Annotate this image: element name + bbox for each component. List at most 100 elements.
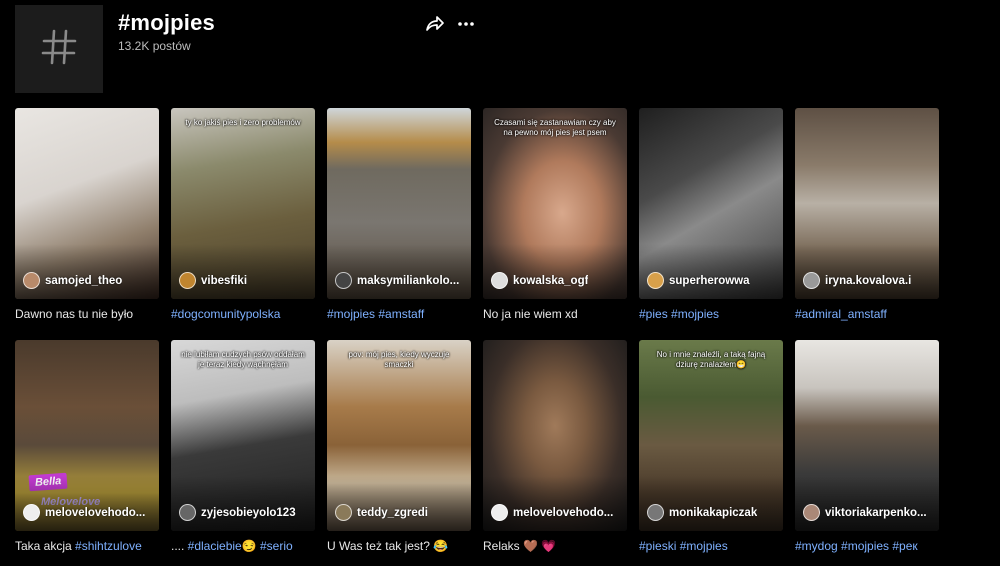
caption-hashtags[interactable]: #shihtzulove [75,539,142,553]
video-card[interactable]: superherowwa #pies #mojpies [639,108,783,325]
caption-text: .... [171,539,188,553]
post-count: 13.2K postów [118,39,191,53]
video-overlay-text: No i mnie znaleźli, a taką fajną dziurę … [656,350,766,369]
caption-hashtags[interactable]: #pieski #mojpies [639,539,728,553]
author-avatar[interactable] [23,272,40,289]
caption-text: U Was też tak jest? 😂 [327,539,449,553]
video-overlay-text: nie lubiłam cudzych psów oddałam je tera… [181,350,305,369]
author-username[interactable]: teddy_zgredi [357,507,428,519]
hashtag-avatar [15,5,103,93]
video-thumbnail[interactable]: iryna.kovalova.i [795,108,939,299]
more-icon [455,22,477,39]
video-author[interactable]: zyjesobieyolo123 [179,504,311,521]
video-thumbnail[interactable]: BellaMelovelovemelovelovehodo... [15,340,159,531]
author-avatar[interactable] [491,504,508,521]
author-avatar[interactable] [335,504,352,521]
video-thumbnail[interactable]: Czasami się zastanawiam czy aby na pewno… [483,108,627,299]
author-avatar[interactable] [803,272,820,289]
video-thumbnail[interactable]: pov: mój pies, kiedy wyczuje smaczki tedd… [327,340,471,531]
video-card[interactable]: No i mnie znaleźli, a taką fajną dziurę … [639,340,783,557]
author-username[interactable]: melovelovehodo... [513,507,613,519]
video-thumbnail[interactable]: No i mnie znaleźli, a taką fajną dziurę … [639,340,783,531]
author-avatar[interactable] [647,272,664,289]
video-card[interactable]: samojed_theo Dawno nas tu nie było [15,108,159,325]
share-button[interactable] [424,13,446,35]
caption-text: Dawno nas tu nie było [15,307,134,321]
video-author[interactable]: iryna.kovalova.i [803,272,935,289]
author-username[interactable]: superherowwa [669,275,750,287]
video-author[interactable]: superherowwa [647,272,779,289]
video-caption[interactable]: Taka akcja #shihtzulove [15,538,159,554]
more-options-button[interactable] [455,13,477,35]
author-username[interactable]: kowalska_ogf [513,275,588,287]
video-caption[interactable]: No ja nie wiem xd [483,306,627,322]
video-thumbnail[interactable]: melovelovehodo... [483,340,627,531]
video-card[interactable]: iryna.kovalova.i #admiral_amstaff [795,108,939,325]
caption-hashtags[interactable]: #pies #mojpies [639,307,719,321]
author-username[interactable]: viktoriakarpenko... [825,507,927,519]
share-icon [424,16,446,39]
author-username[interactable]: iryna.kovalova.i [825,275,911,287]
video-author[interactable]: teddy_zgredi [335,504,467,521]
video-author[interactable]: melovelovehodo... [23,504,155,521]
video-thumbnail[interactable]: viktoriakarpenko... [795,340,939,531]
video-overlay-text: ty ko jakiś pies i zero problemów [185,118,301,127]
video-caption[interactable]: #dogcomunitypolska [171,306,315,322]
hashtag-icon [39,27,79,72]
video-caption[interactable]: Dawno nas tu nie było [15,306,159,322]
video-card[interactable]: viktoriakarpenko... #mydog #mojpies #рек [795,340,939,557]
author-avatar[interactable] [23,504,40,521]
video-caption[interactable]: #pieski #mojpies [639,538,783,554]
video-caption[interactable]: Relaks 🤎 💗 [483,538,627,554]
author-username[interactable]: melovelovehodo... [45,507,145,519]
video-thumbnail[interactable]: nie lubiłam cudzych psów oddałam je tera… [171,340,315,531]
author-avatar[interactable] [491,272,508,289]
video-card[interactable]: maksymiliankolo... #mojpies #amstaff [327,108,471,325]
caption-hashtags[interactable]: #admiral_amstaff [795,307,887,321]
video-card[interactable]: nie lubiłam cudzych psów oddałam je tera… [171,340,315,557]
author-username[interactable]: zyjesobieyolo123 [201,507,296,519]
author-username[interactable]: samojed_theo [45,275,122,287]
video-author[interactable]: viktoriakarpenko... [803,504,935,521]
video-card[interactable]: ty ko jakiś pies i zero problemów vibesfi… [171,108,315,325]
video-author[interactable]: vibesfiki [179,272,311,289]
video-caption[interactable]: #mydog #mojpies #рек [795,538,939,554]
author-avatar[interactable] [335,272,352,289]
video-author[interactable]: maksymiliankolo... [335,272,467,289]
video-caption[interactable]: #pies #mojpies [639,306,783,322]
caption-text: Taka akcja [15,539,76,553]
author-avatar[interactable] [647,504,664,521]
video-grid: samojed_theo Dawno nas tu nie było ty ko j… [15,108,995,557]
video-thumbnail[interactable]: ty ko jakiś pies i zero problemów vibesfi… [171,108,315,299]
author-username[interactable]: maksymiliankolo... [357,275,459,287]
video-overlay-text: Czasami się zastanawiam czy aby na pewno… [494,118,616,137]
hashtag-header: #mojpies 13.2K postów [15,5,995,95]
author-username[interactable]: monikakapiczak [669,507,757,519]
author-avatar[interactable] [803,504,820,521]
video-author[interactable]: kowalska_ogf [491,272,623,289]
video-author[interactable]: samojed_theo [23,272,155,289]
video-card[interactable]: pov: mój pies, kiedy wyczuje smaczki tedd… [327,340,471,557]
author-username[interactable]: vibesfiki [201,275,247,287]
video-caption[interactable]: U Was też tak jest? 😂 [327,538,471,554]
video-card[interactable]: BellaMelovelovemelovelovehodo... Taka akc… [15,340,159,557]
video-caption[interactable]: .... #dlaciebie😏 #serio [171,538,315,554]
caption-hashtags[interactable]: #mydog #mojpies #рек [795,539,918,553]
caption-hashtags[interactable]: #dogcomunitypolska [171,307,280,321]
caption-hashtags[interactable]: #mojpies #amstaff [327,307,424,321]
video-overlay-text: pov: mój pies, kiedy wyczuje smaczki [348,350,450,369]
caption-hashtags[interactable]: #dlaciebie😏 #serio [188,539,293,553]
author-avatar[interactable] [179,504,196,521]
video-thumbnail[interactable]: samojed_theo [15,108,159,299]
caption-text: Relaks 🤎 💗 [483,539,557,553]
author-avatar[interactable] [179,272,196,289]
video-caption[interactable]: #mojpies #amstaff [327,306,471,322]
video-card[interactable]: Czasami się zastanawiam czy aby na pewno… [483,108,627,325]
video-caption[interactable]: #admiral_amstaff [795,306,939,322]
video-author[interactable]: melovelovehodo... [491,504,623,521]
video-thumbnail[interactable]: superherowwa [639,108,783,299]
video-card[interactable]: melovelovehodo... Relaks 🤎 💗 [483,340,627,557]
video-thumbnail[interactable]: maksymiliankolo... [327,108,471,299]
page-title: #mojpies [118,10,215,35]
video-author[interactable]: monikakapiczak [647,504,779,521]
